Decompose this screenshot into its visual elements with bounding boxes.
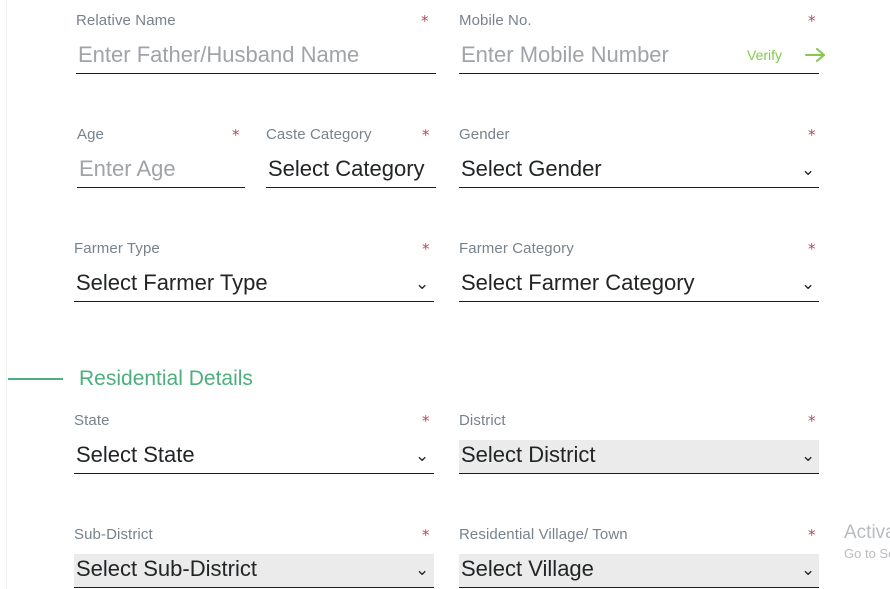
field-caste-category: Caste Category * Select Category	[266, 126, 436, 188]
required-asterisk-farmer-type: *	[422, 240, 430, 258]
field-district: District * Select District ⌄	[459, 412, 819, 474]
verify-mobile-button[interactable]: Verify	[747, 46, 782, 64]
label-sub-district: Sub-District	[74, 526, 153, 543]
field-gender: Gender * Select Gender ⌄	[459, 126, 819, 188]
required-asterisk-gender: *	[808, 126, 816, 144]
arrow-right-icon[interactable]	[804, 45, 828, 69]
required-asterisk-age: *	[232, 126, 240, 144]
label-age: Age	[77, 126, 104, 143]
label-caste-category: Caste Category	[266, 126, 372, 143]
required-asterisk-farmer-category: *	[808, 240, 816, 258]
required-asterisk-sub-district: *	[422, 526, 430, 544]
select-district[interactable]: Select District	[459, 440, 819, 474]
label-district: District	[459, 412, 506, 429]
required-asterisk-district: *	[808, 412, 816, 430]
select-farmer-type[interactable]: Select Farmer Type	[74, 268, 434, 302]
label-state: State	[74, 412, 110, 429]
field-age: Age * Enter Age	[77, 126, 245, 188]
required-asterisk-relative-name: *	[421, 12, 429, 30]
field-farmer-category: Farmer Category * Select Farmer Category…	[459, 240, 819, 302]
select-caste-category[interactable]: Select Category	[266, 154, 436, 188]
field-state: State * Select State ⌄	[74, 412, 434, 474]
label-mobile-no: Mobile No.	[459, 12, 532, 29]
label-farmer-category: Farmer Category	[459, 240, 574, 257]
field-mobile-no: Mobile No. * Enter Mobile Number Verify	[459, 12, 826, 74]
section-accent-rule	[8, 378, 63, 380]
label-relative-name: Relative Name	[76, 12, 176, 29]
field-village: Residential Village/ Town * Select Villa…	[459, 526, 819, 588]
required-asterisk-state: *	[422, 412, 430, 430]
required-asterisk-caste-category: *	[422, 126, 430, 144]
field-relative-name: Relative Name * Enter Father/Husband Nam…	[76, 12, 436, 74]
label-gender: Gender	[459, 126, 510, 143]
required-asterisk-mobile-no: *	[808, 12, 816, 30]
required-asterisk-village: *	[808, 526, 816, 544]
farmer-registration-form: Relative Name * Enter Father/Husband Nam…	[0, 0, 890, 589]
label-farmer-type: Farmer Type	[74, 240, 160, 257]
section-header-residential-details: Residential Details	[8, 366, 253, 392]
select-village[interactable]: Select Village	[459, 554, 819, 588]
section-title-residential-details: Residential Details	[79, 367, 253, 390]
field-sub-district: Sub-District * Select Sub-District ⌄	[74, 526, 434, 588]
input-relative-name[interactable]: Enter Father/Husband Name	[76, 40, 436, 74]
select-sub-district[interactable]: Select Sub-District	[74, 554, 434, 588]
select-farmer-category[interactable]: Select Farmer Category	[459, 268, 819, 302]
select-state[interactable]: Select State	[74, 440, 434, 474]
label-village: Residential Village/ Town	[459, 526, 628, 543]
input-age[interactable]: Enter Age	[77, 154, 245, 188]
field-farmer-type: Farmer Type * Select Farmer Type ⌄	[74, 240, 434, 302]
select-gender[interactable]: Select Gender	[459, 154, 819, 188]
